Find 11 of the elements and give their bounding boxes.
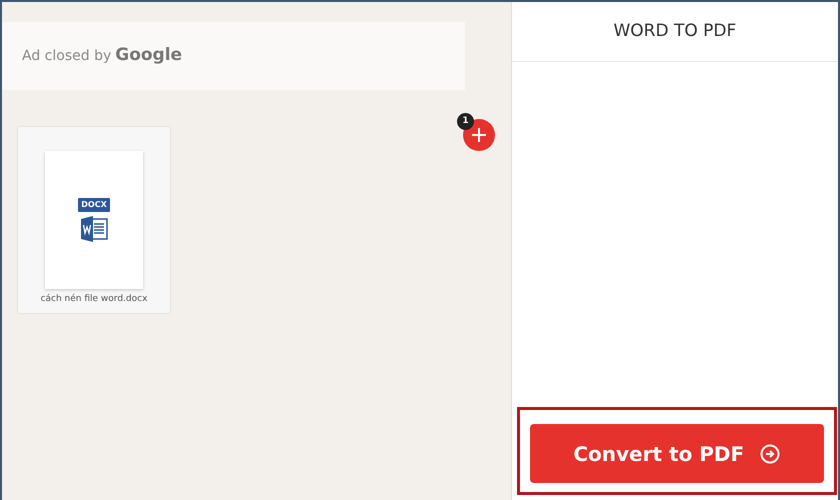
ad-brand-label: Google: [115, 44, 182, 68]
file-name: cách nén file word.docx: [40, 293, 148, 306]
file-card[interactable]: DOCX cách nén file word.docx: [18, 127, 170, 313]
count-badge: 1: [457, 113, 474, 130]
arrow-circle-icon: [760, 444, 780, 464]
ad-closed-label: Ad closed by: [22, 46, 112, 66]
word-document-icon: [79, 216, 109, 242]
tool-title: WORD TO PDF: [613, 20, 736, 43]
convert-button[interactable]: Convert to PDF: [530, 424, 824, 483]
file-type-label: DOCX: [78, 198, 110, 212]
plus-icon: [471, 127, 487, 143]
